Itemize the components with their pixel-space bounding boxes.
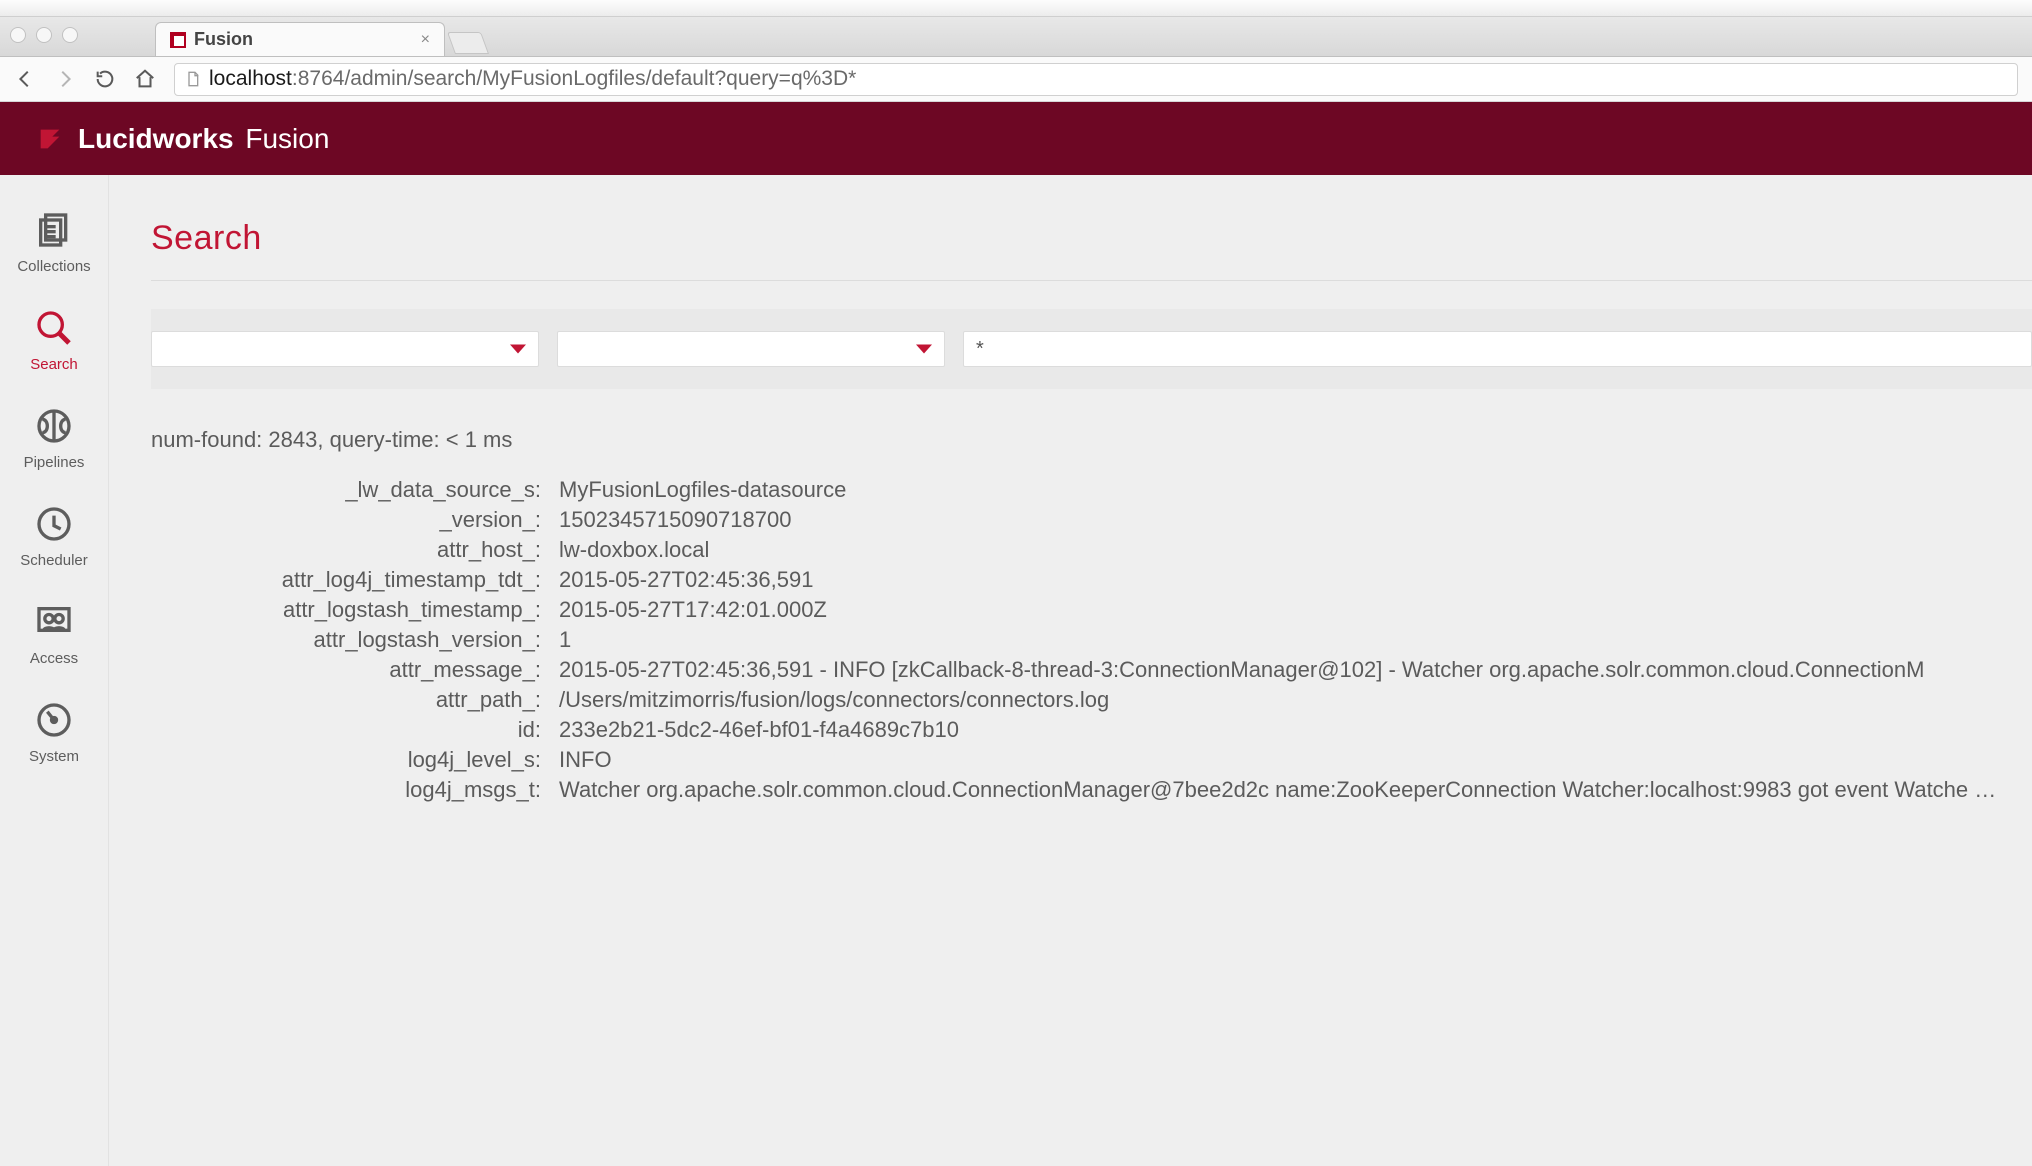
- page-icon: [185, 71, 201, 87]
- close-tab-icon[interactable]: ×: [421, 31, 430, 49]
- field-key: log4j_level_s:: [151, 747, 541, 773]
- url-port: :8764: [292, 67, 345, 90]
- field-key: attr_host_:: [151, 537, 541, 563]
- url-path: /admin/search/MyFusionLogfiles/default?q…: [344, 67, 856, 90]
- os-titlebar: [0, 0, 2032, 17]
- query-time-value: < 1 ms: [446, 427, 513, 452]
- sidebar-item-system[interactable]: System: [0, 685, 108, 783]
- summary-label: , query-time:: [317, 427, 445, 452]
- result-document: _lw_data_source_s: MyFusionLogfiles-datas…: [151, 477, 2032, 803]
- sidebar-item-label: Access: [30, 650, 78, 667]
- summary-label: num-found:: [151, 427, 268, 452]
- scheduler-icon: [34, 504, 74, 544]
- sidebar-item-pipelines[interactable]: Pipelines: [0, 391, 108, 489]
- page-title: Search: [151, 175, 2032, 258]
- sidebar-item-label: Collections: [17, 258, 90, 275]
- field-key: attr_message_:: [151, 657, 541, 683]
- brand-name-2: Fusion: [245, 123, 329, 154]
- app-topbar: Lucidworks Fusion: [0, 102, 2032, 175]
- results-summary: num-found: 2843, query-time: < 1 ms: [151, 427, 2032, 453]
- zoom-window-icon[interactable]: [62, 27, 78, 43]
- field-key: _version_:: [151, 507, 541, 533]
- field-key: attr_log4j_timestamp_tdt_:: [151, 567, 541, 593]
- brand-logo[interactable]: Lucidworks Fusion: [36, 123, 329, 155]
- collection-select[interactable]: [151, 331, 539, 367]
- sidebar-item-collections[interactable]: Collections: [0, 195, 108, 293]
- new-tab-button[interactable]: [447, 32, 489, 54]
- field-key: _lw_data_source_s:: [151, 477, 541, 503]
- address-bar[interactable]: localhost:8764/admin/search/MyFusionLogf…: [174, 63, 2018, 96]
- window-controls: [10, 27, 78, 43]
- sidebar-item-label: System: [29, 748, 79, 765]
- sidebar-item-label: Pipelines: [24, 454, 85, 471]
- search-icon: [34, 308, 74, 348]
- field-value: INFO: [559, 747, 2032, 773]
- favicon-icon: [170, 32, 186, 48]
- field-value: 2015-05-27T02:45:36,591: [559, 567, 2032, 593]
- field-value: 1: [559, 627, 2032, 653]
- num-found-value: 2843: [268, 427, 317, 452]
- sidebar-item-label: Search: [30, 356, 78, 373]
- minimize-window-icon[interactable]: [36, 27, 52, 43]
- chevron-down-icon: [510, 345, 526, 354]
- query-input[interactable]: [963, 331, 2032, 367]
- field-value: 233e2b21-5dc2-46ef-bf01-f4a4689c7b10: [559, 717, 2032, 743]
- field-key: attr_logstash_version_:: [151, 627, 541, 653]
- url-host: localhost: [209, 67, 292, 90]
- field-value: 2015-05-27T17:42:01.000Z: [559, 597, 2032, 623]
- access-icon: [34, 602, 74, 642]
- sidebar-item-label: Scheduler: [20, 552, 88, 569]
- reload-button[interactable]: [94, 68, 116, 90]
- field-key: id:: [151, 717, 541, 743]
- field-value: lw-doxbox.local: [559, 537, 2032, 563]
- home-button[interactable]: [134, 68, 156, 90]
- field-value: MyFusionLogfiles-datasource: [559, 477, 2032, 503]
- lucidworks-icon: [36, 125, 64, 153]
- back-button[interactable]: [14, 68, 36, 90]
- search-controls: [151, 309, 2032, 389]
- field-value: 2015-05-27T02:45:36,591 - INFO [zkCallba…: [559, 657, 2032, 683]
- system-icon: [34, 700, 74, 740]
- field-value: Watcher org.apache.solr.common.cloud.Con…: [559, 777, 2032, 803]
- sidebar-item-search[interactable]: Search: [0, 293, 108, 391]
- field-key: log4j_msgs_t:: [151, 777, 541, 803]
- chevron-down-icon: [916, 345, 932, 354]
- field-value: 1502345715090718700: [559, 507, 2032, 533]
- sidebar-item-scheduler[interactable]: Scheduler: [0, 489, 108, 587]
- pipelines-icon: [34, 406, 74, 446]
- main-content: Search num-found: 2843, query-time: < 1 …: [109, 175, 2032, 1166]
- browser-tab[interactable]: Fusion ×: [155, 22, 445, 56]
- field-key: attr_logstash_timestamp_:: [151, 597, 541, 623]
- sidebar-item-access[interactable]: Access: [0, 587, 108, 685]
- tab-title: Fusion: [194, 29, 413, 50]
- field-value: /Users/mitzimorris/fusion/logs/connector…: [559, 687, 2032, 713]
- collections-icon: [34, 210, 74, 250]
- browser-tabstrip: Fusion ×: [0, 17, 2032, 57]
- sidebar: Collections Search Pipelines Scheduler A…: [0, 175, 109, 1166]
- close-window-icon[interactable]: [10, 27, 26, 43]
- browser-toolbar: localhost:8764/admin/search/MyFusionLogf…: [0, 57, 2032, 102]
- forward-button[interactable]: [54, 68, 76, 90]
- divider: [151, 280, 2032, 281]
- brand-name-1: Lucidworks: [78, 123, 234, 154]
- pipeline-select[interactable]: [557, 331, 945, 367]
- field-key: attr_path_:: [151, 687, 541, 713]
